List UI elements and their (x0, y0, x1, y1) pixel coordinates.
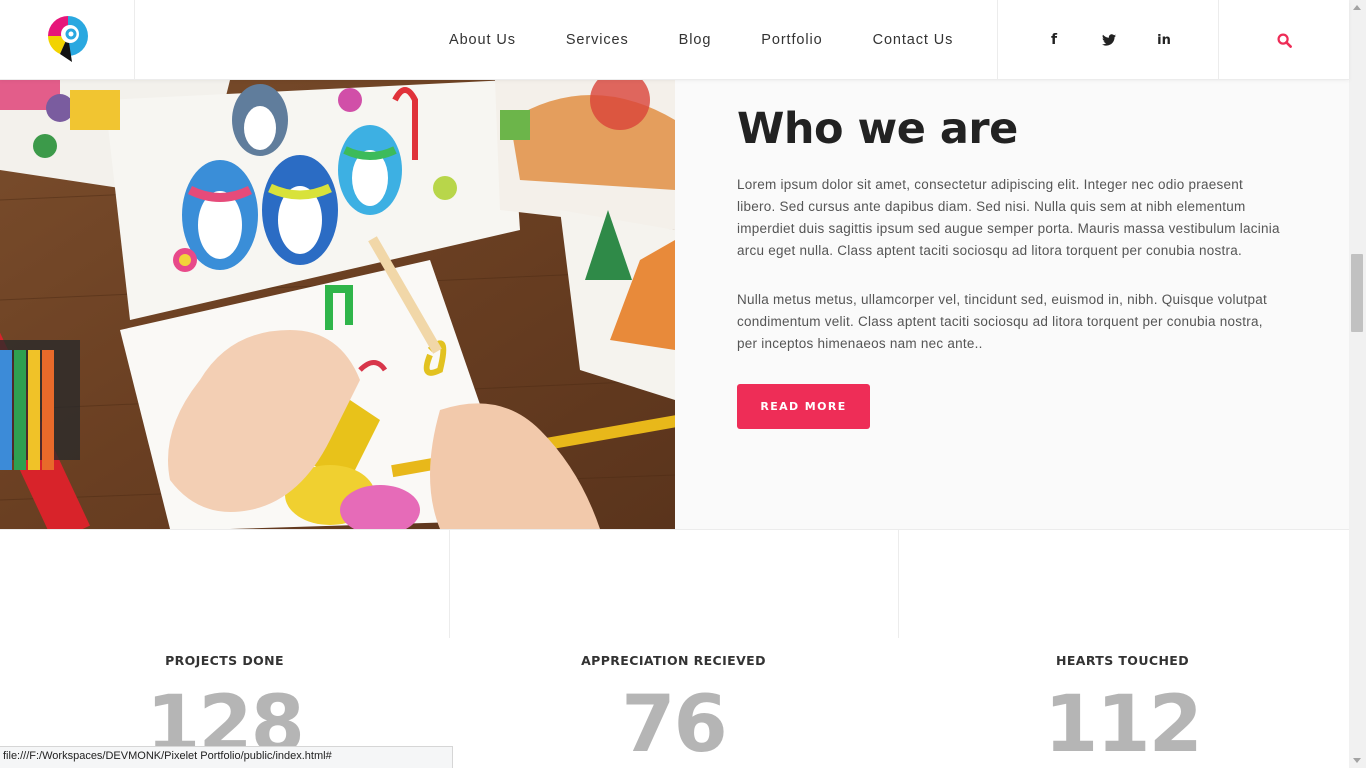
scroll-down-arrow-icon[interactable] (1353, 758, 1361, 763)
stat-hearts-touched: HEARTS TOUCHED 112 (898, 530, 1347, 768)
facebook-icon[interactable]: f (1046, 32, 1062, 48)
nav-blog[interactable]: Blog (679, 32, 712, 48)
stat-appreciation-received: APPRECIATION RECIEVED 76 (449, 530, 898, 768)
facebook-glyph: f (1050, 32, 1058, 48)
scrollbar-thumb[interactable] (1351, 254, 1363, 332)
about-title: Who we are (737, 104, 1018, 154)
stat-projects-done: PROJECTS DONE 128 (0, 530, 449, 768)
nav-portfolio[interactable]: Portfolio (761, 32, 822, 48)
link-status-bar: file:///F:/Workspaces/DEVMONK/Pixelet Po… (0, 746, 453, 768)
nav-about-us[interactable]: About Us (449, 32, 516, 48)
stat-value: 112 (1044, 680, 1203, 768)
stat-label: HEARTS TOUCHED (1055, 653, 1190, 668)
page: About Us Services Blog Portfolio Contact… (0, 0, 1366, 768)
scroll-up-arrow-icon[interactable] (1353, 5, 1361, 10)
main-nav: About Us Services Blog Portfolio Contact… (424, 0, 978, 80)
linkedin-glyph: in (1157, 32, 1171, 48)
twitter-icon[interactable] (1101, 32, 1117, 48)
stat-value: 76 (621, 680, 728, 768)
vertical-scrollbar[interactable] (1349, 0, 1366, 768)
stat-label: APPRECIATION RECIEVED (581, 653, 766, 668)
stat-label: PROJECTS DONE (165, 653, 284, 668)
twitter-bird-glyph (1102, 34, 1116, 46)
nav-contact-us[interactable]: Contact Us (873, 32, 954, 48)
read-more-button[interactable]: READ MORE (737, 384, 870, 429)
kids-coloring-photo (0, 80, 675, 529)
search-icon[interactable] (1276, 32, 1292, 48)
kids-coloring-illustration (0, 80, 675, 529)
social-links: f in (997, 0, 1219, 80)
about-section: Who we are Lorem ipsum dolor sit amet, c… (675, 80, 1349, 529)
linkedin-icon[interactable]: in (1156, 32, 1172, 48)
search-cell (1219, 0, 1349, 80)
site-header: About Us Services Blog Portfolio Contact… (0, 0, 1349, 80)
about-paragraph-1: Lorem ipsum dolor sit amet, consectetur … (737, 177, 1280, 258)
nav-services[interactable]: Services (566, 32, 629, 48)
pixelet-logo-icon[interactable] (46, 14, 90, 64)
logo-cell (0, 0, 135, 80)
about-paragraph-2: Nulla metus metus, ullamcorper vel, tinc… (737, 292, 1268, 351)
